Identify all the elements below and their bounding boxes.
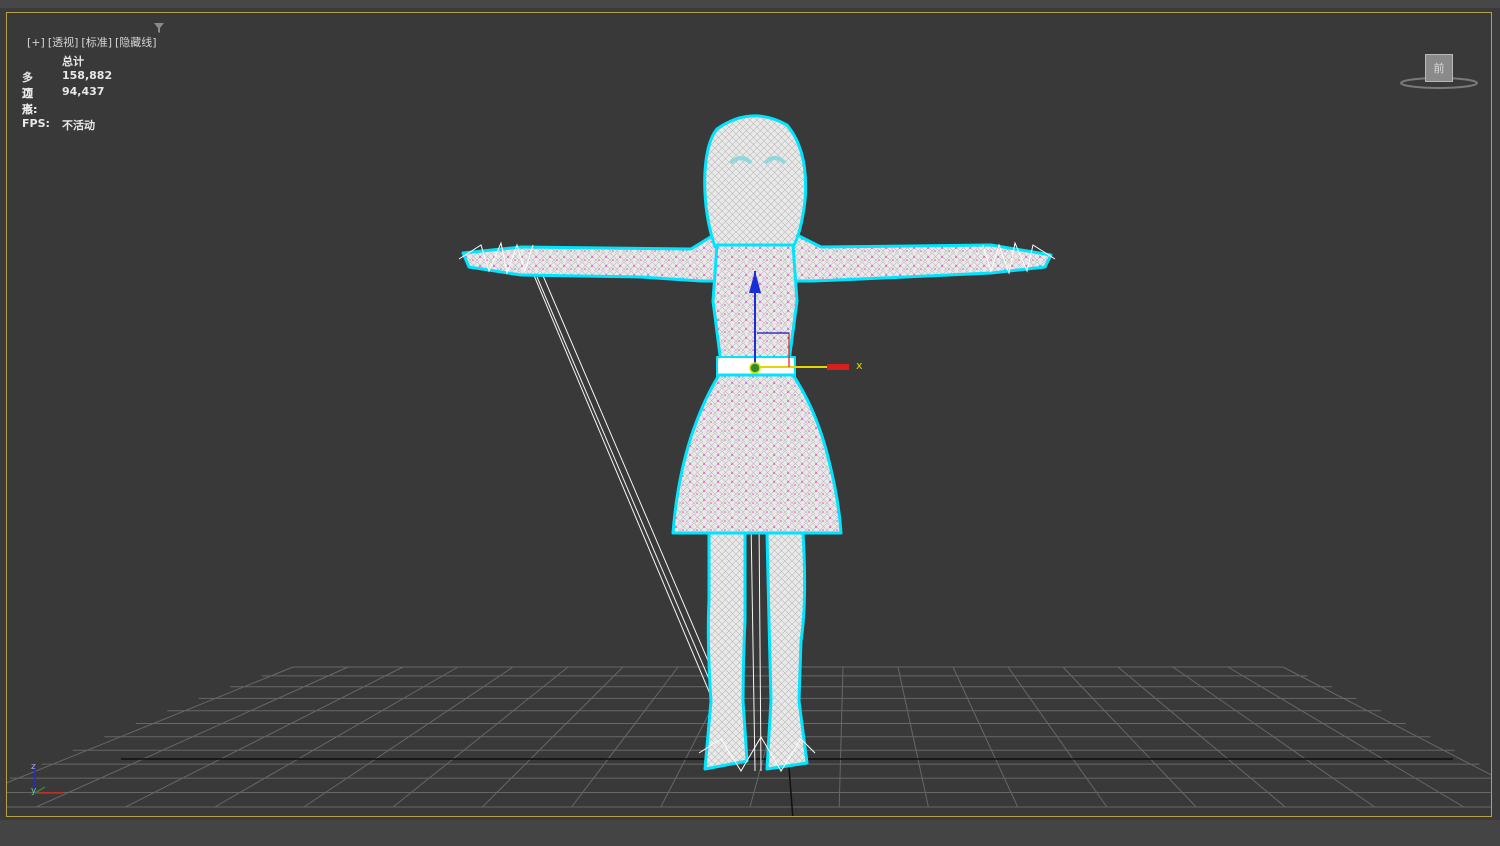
left-leg-mesh bbox=[703, 531, 749, 771]
gizmo-x-label: x bbox=[856, 359, 863, 372]
bottom-status-strip bbox=[0, 820, 1500, 846]
tripod-y-label: y bbox=[31, 786, 37, 796]
filter-icon[interactable] bbox=[153, 22, 165, 34]
top-toolbar-strip bbox=[0, 0, 1500, 8]
viewport-standard-menu[interactable]: [标准] bbox=[81, 36, 112, 49]
skirt-mesh bbox=[671, 373, 843, 535]
viewport-hiddenline-menu[interactable]: [隐藏线] bbox=[115, 36, 157, 49]
tripod-z-label: z bbox=[31, 762, 36, 772]
viewcube-front-face[interactable]: 前 bbox=[1425, 54, 1453, 82]
right-leg-mesh bbox=[765, 531, 809, 771]
viewport-perspective-menu[interactable]: [透视] bbox=[48, 36, 79, 49]
vertices-value: 94,437 bbox=[62, 85, 105, 98]
gizmo-z-label: z bbox=[753, 259, 758, 270]
viewcube-icon[interactable]: 前 bbox=[1399, 51, 1479, 95]
vertices-label: 顶点: bbox=[22, 87, 38, 116]
polygons-value: 158,882 bbox=[62, 69, 113, 82]
viewport-label-menu[interactable]: [+] [透视] [标准] [隐藏线] bbox=[13, 21, 160, 63]
head-mesh bbox=[703, 114, 808, 249]
stats-header: 总计 bbox=[62, 55, 84, 68]
scene-canvas[interactable]: x z z y bbox=[7, 13, 1492, 817]
viewport-plus-menu[interactable]: [+] bbox=[27, 36, 45, 49]
perspective-viewport[interactable]: x z z y [+] [透视] [标准] [隐藏线] 总计 多边形: 158,882 … bbox=[6, 12, 1492, 817]
ground-grid bbox=[7, 666, 1491, 808]
fps-value: 不活动 bbox=[62, 119, 95, 132]
fps-label: FPS: bbox=[22, 117, 50, 130]
character-mesh bbox=[461, 114, 1053, 771]
axis-tripod-icon: z y bbox=[31, 762, 63, 796]
